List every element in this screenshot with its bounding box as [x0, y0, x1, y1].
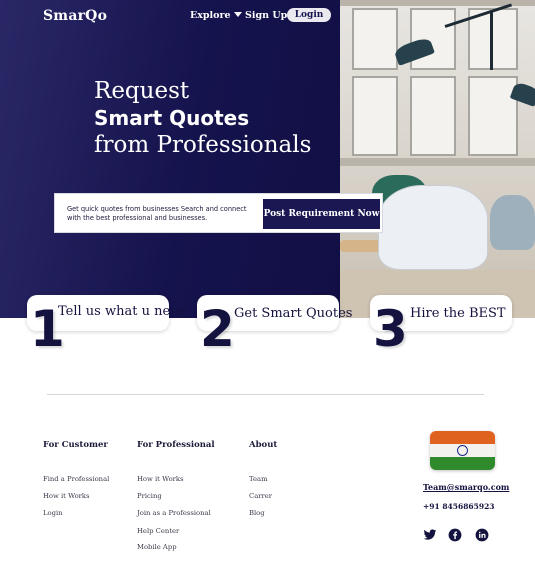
headline-line2: Smart Quotes — [94, 106, 250, 130]
step-label-2: Get Smart Quotes — [234, 306, 353, 321]
footer-link[interactable]: Team — [249, 475, 268, 483]
section-divider — [47, 394, 484, 395]
footer-link[interactable]: Carrer — [249, 492, 272, 500]
post-requirement-button[interactable]: Post Requirement Now — [263, 199, 380, 229]
twitter-icon[interactable] — [423, 528, 437, 542]
step-label-1: Tell us what u need — [58, 304, 187, 319]
footer-link[interactable]: Blog — [249, 509, 265, 517]
step-number-2: 2 — [200, 300, 235, 358]
footer-heading-customer: For Customer — [43, 440, 108, 450]
nav-explore[interactable]: Explore — [190, 10, 242, 21]
india-flag-icon — [430, 431, 495, 470]
hero-office-photo — [340, 0, 535, 318]
hero-background — [0, 0, 340, 318]
headline-line3: from Professionals — [94, 132, 312, 158]
footer-heading-professional: For Professional — [137, 440, 215, 450]
footer-link[interactable]: How it Works — [137, 475, 184, 483]
footer-link[interactable]: Join as a Professional — [137, 509, 211, 517]
footer-link[interactable]: How it Works — [43, 492, 90, 500]
linkedin-icon[interactable] — [475, 528, 489, 542]
footer-link[interactable]: Login — [43, 509, 63, 517]
brand-logo[interactable]: SmarQo — [43, 8, 107, 24]
quote-request-box: Get quick quotes from businesses Search … — [54, 193, 383, 233]
nav-signup[interactable]: Sign Up — [245, 10, 287, 21]
contact-email-link[interactable]: Team@smarqo.com — [423, 482, 509, 492]
hero-headline: Request Smart Quotes from Professionals — [94, 78, 311, 159]
nav-explore-label: Explore — [190, 10, 231, 21]
step-number-3: 3 — [373, 300, 408, 358]
footer-link[interactable]: Help Center — [137, 527, 179, 535]
footer-link[interactable]: Find a Professional — [43, 475, 109, 483]
footer-link[interactable]: Mobile App — [137, 543, 177, 551]
login-button[interactable]: Login — [287, 8, 331, 22]
chevron-down-icon — [233, 12, 242, 17]
footer-heading-about: About — [249, 440, 278, 450]
quote-description: Get quick quotes from businesses Search … — [67, 205, 247, 222]
step-label-3: Hire the BEST — [410, 306, 506, 321]
facebook-icon[interactable] — [448, 528, 462, 542]
contact-phone: +91 8456865923 — [423, 502, 495, 511]
headline-line1: Request — [94, 78, 190, 104]
hero-section — [0, 0, 535, 318]
step-number-1: 1 — [30, 300, 65, 358]
footer-link[interactable]: Pricing — [137, 492, 162, 500]
